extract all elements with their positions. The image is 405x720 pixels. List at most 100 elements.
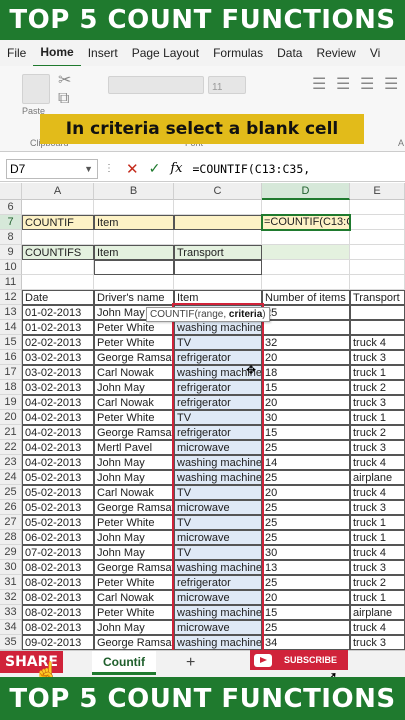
table-cell-transport[interactable]: truck 4 [350, 485, 405, 500]
table-cell-date[interactable]: 03-02-2013 [22, 380, 94, 395]
column-header-e[interactable]: E [350, 183, 405, 200]
table-cell-date[interactable]: 04-02-2013 [22, 440, 94, 455]
row-header[interactable]: 11 [0, 275, 22, 290]
table-cell-driver[interactable]: Peter White [94, 335, 174, 350]
table-cell-date[interactable]: 01-02-2013 [22, 320, 94, 335]
table-cell-item[interactable]: refrigerator [174, 575, 262, 590]
table-cell-item[interactable]: microwave [174, 440, 262, 455]
table-cell-driver[interactable]: Peter White [94, 410, 174, 425]
menu-tab-formulas[interactable]: Formulas [206, 40, 270, 66]
cell-d10[interactable] [262, 260, 350, 275]
table-cell-transport[interactable]: truck 1 [350, 590, 405, 605]
table-cell-date[interactable]: 02-02-2013 [22, 335, 94, 350]
row-header[interactable]: 22 [0, 440, 22, 455]
row-header[interactable]: 8 [0, 230, 22, 245]
menu-tab-review[interactable]: Review [309, 40, 362, 66]
table-cell-num[interactable]: 13 [262, 560, 350, 575]
row-header[interactable]: 25 [0, 485, 22, 500]
formula-input[interactable]: =COUNTIF(C13:C35, [192, 162, 310, 176]
table-cell-item[interactable]: refrigerator [174, 380, 262, 395]
table-cell-date[interactable]: 08-02-2013 [22, 620, 94, 635]
table-cell-driver[interactable]: George Ramsay [94, 635, 174, 650]
table-cell-date[interactable]: 05-02-2013 [22, 500, 94, 515]
table-cell-driver[interactable]: Peter White [94, 605, 174, 620]
table-cell-driver[interactable]: John May [94, 455, 174, 470]
table-cell-item[interactable]: TV [174, 410, 262, 425]
cell-c9[interactable]: Transport [174, 245, 262, 260]
align-right-icon[interactable]: ☰ [360, 74, 374, 94]
table-cell-num[interactable]: 34 [262, 635, 350, 650]
table-cell-date[interactable]: 05-02-2013 [22, 485, 94, 500]
table-cell-item[interactable]: refrigerator [174, 425, 262, 440]
table-cell-driver[interactable]: George Ramsay [94, 350, 174, 365]
row-header[interactable]: 35 [0, 635, 22, 650]
cell-c7[interactable] [174, 215, 262, 230]
table-cell-driver[interactable]: George Ramsay [94, 500, 174, 515]
row-header[interactable]: 10 [0, 260, 22, 275]
table-cell-num[interactable]: 15 [262, 425, 350, 440]
cell-a7[interactable]: COUNTIF [22, 215, 94, 230]
table-cell-transport[interactable]: airplane [350, 605, 405, 620]
table-cell-transport[interactable]: truck 2 [350, 575, 405, 590]
cell-c6[interactable] [174, 200, 262, 215]
table-cell-transport[interactable] [350, 305, 405, 320]
cell-b12[interactable]: Driver's name [94, 290, 174, 305]
align-center-icon[interactable]: ☰ [336, 74, 350, 94]
table-cell-num[interactable]: 30 [262, 545, 350, 560]
enter-icon[interactable]: ✓ [149, 160, 161, 177]
add-sheet-button[interactable]: + [186, 654, 195, 672]
cell-b6[interactable] [94, 200, 174, 215]
table-cell-num[interactable]: 20 [262, 395, 350, 410]
row-header[interactable]: 23 [0, 455, 22, 470]
cell-c8[interactable] [174, 230, 262, 245]
row-header[interactable]: 15 [0, 335, 22, 350]
sheet-tab-countif[interactable]: Countif [92, 651, 156, 675]
table-cell-item[interactable]: refrigerator [174, 395, 262, 410]
table-cell-date[interactable]: 03-02-2013 [22, 365, 94, 380]
table-cell-num[interactable]: 25 [262, 500, 350, 515]
table-cell-num[interactable]: 25 [262, 530, 350, 545]
table-cell-item[interactable]: washing machine [174, 560, 262, 575]
cell-e9[interactable] [350, 245, 405, 260]
row-header[interactable]: 16 [0, 350, 22, 365]
table-cell-num[interactable]: 14 [262, 455, 350, 470]
table-cell-item[interactable]: washing machine [174, 320, 262, 335]
table-cell-date[interactable]: 06-02-2013 [22, 530, 94, 545]
menu-tab-data[interactable]: Data [270, 40, 309, 66]
row-header[interactable]: 29 [0, 545, 22, 560]
insert-function-icon[interactable]: fx [170, 161, 182, 176]
align-justify-icon[interactable]: ☰ [384, 74, 398, 94]
table-cell-num[interactable]: 25 [262, 470, 350, 485]
table-cell-date[interactable]: 04-02-2013 [22, 425, 94, 440]
cell-d11[interactable] [262, 275, 350, 290]
menu-tab-vi[interactable]: Vi [363, 40, 387, 66]
table-cell-num[interactable]: 25 [262, 515, 350, 530]
row-header[interactable]: 30 [0, 560, 22, 575]
cancel-icon[interactable]: ✕ [126, 160, 139, 178]
table-cell-driver[interactable]: George Ramsay [94, 560, 174, 575]
paste-icon[interactable] [22, 74, 50, 104]
table-cell-num[interactable]: 25 [262, 305, 350, 320]
table-cell-num[interactable]: 32 [262, 335, 350, 350]
row-header[interactable]: 24 [0, 470, 22, 485]
font-name-box[interactable] [108, 76, 204, 94]
table-cell-transport[interactable]: truck 4 [350, 620, 405, 635]
table-cell-transport[interactable]: truck 3 [350, 440, 405, 455]
cell-d7[interactable]: =COUNTIF(C13:C35, [262, 215, 350, 230]
table-cell-date[interactable]: 01-02-2013 [22, 305, 94, 320]
table-cell-transport[interactable]: airplane [350, 470, 405, 485]
cell-d9[interactable] [262, 245, 350, 260]
cell-d6[interactable] [262, 200, 350, 215]
cell-c10[interactable] [174, 260, 262, 275]
table-cell-date[interactable]: 04-02-2013 [22, 455, 94, 470]
table-cell-driver[interactable]: Carl Nowak [94, 485, 174, 500]
align-left-icon[interactable]: ☰ [312, 74, 326, 94]
column-header-b[interactable]: B [94, 183, 174, 200]
row-header[interactable]: 32 [0, 590, 22, 605]
table-cell-item[interactable]: washing machine [174, 605, 262, 620]
cell-d8[interactable] [262, 230, 350, 245]
row-header[interactable]: 21 [0, 425, 22, 440]
table-cell-driver[interactable]: John May [94, 545, 174, 560]
table-cell-driver[interactable]: Carl Nowak [94, 590, 174, 605]
table-cell-transport[interactable]: truck 2 [350, 380, 405, 395]
